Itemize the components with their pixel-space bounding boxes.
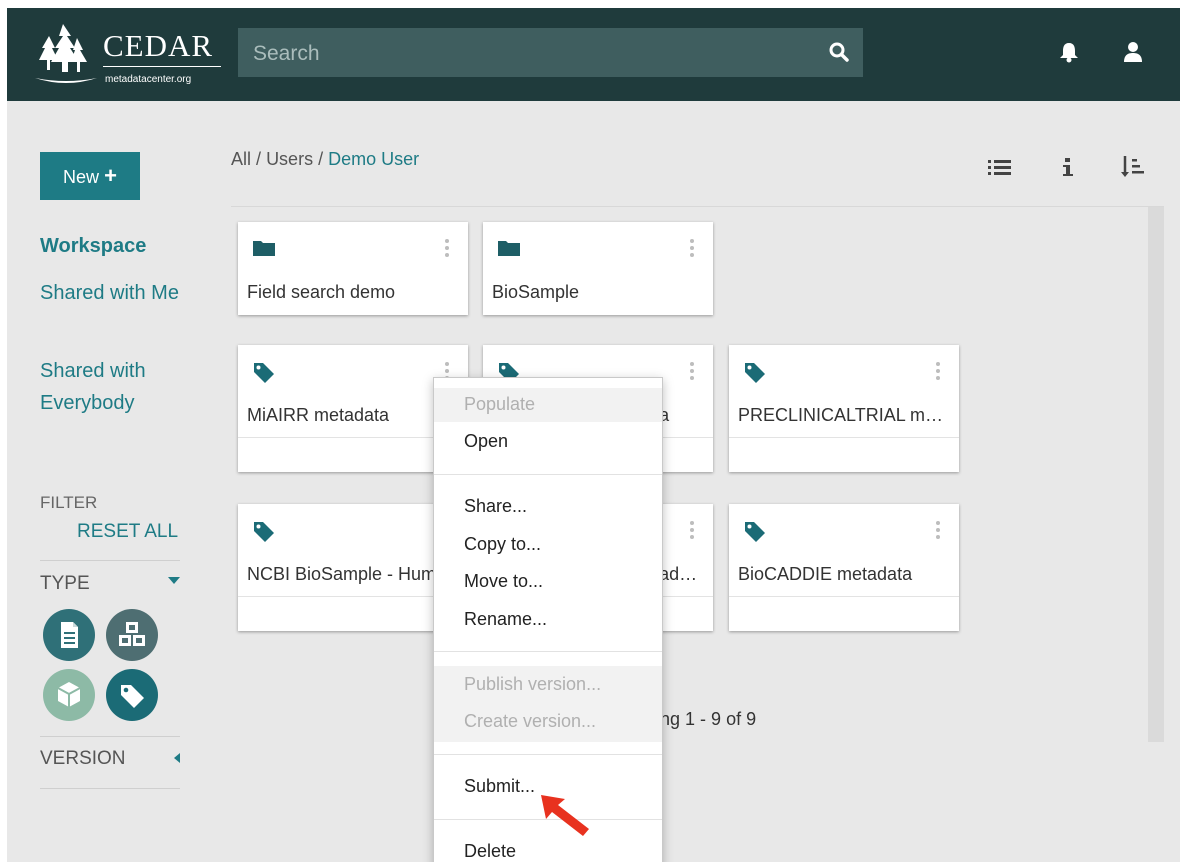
breadcrumb-separator: / bbox=[318, 149, 324, 169]
content-divider bbox=[231, 206, 1164, 207]
tag-icon bbox=[121, 685, 144, 708]
template-card[interactable]: PRECLINICALTRIAL metadata bbox=[729, 345, 959, 472]
breadcrumb-all[interactable]: All bbox=[231, 149, 251, 169]
tree-logo-icon bbox=[35, 24, 97, 83]
folder-card[interactable]: BioSample bbox=[483, 222, 713, 315]
user-icon[interactable] bbox=[1123, 41, 1143, 68]
reset-all-link[interactable]: RESET ALL bbox=[77, 521, 178, 543]
menu-item-publish-version: Publish version... bbox=[464, 674, 602, 694]
menu-item-move-to[interactable]: Move to... bbox=[464, 571, 543, 592]
folder-icon bbox=[498, 239, 520, 262]
menu-item-rename[interactable]: Rename... bbox=[464, 609, 547, 630]
brand-divider bbox=[103, 66, 221, 67]
app-frame: CEDAR metadatacenter.org New + Workspace… bbox=[7, 8, 1180, 862]
kebab-icon[interactable] bbox=[936, 521, 940, 542]
breadcrumb-users[interactable]: Users bbox=[266, 149, 313, 169]
template-card[interactable]: BioCADDIE metadata bbox=[729, 504, 959, 631]
folder-icon bbox=[253, 239, 275, 262]
kebab-icon[interactable] bbox=[690, 521, 694, 542]
tag-icon bbox=[744, 521, 766, 548]
search-icon[interactable] bbox=[829, 42, 849, 67]
menu-item-create-version: Create version... bbox=[464, 711, 597, 731]
tag-icon bbox=[253, 362, 275, 389]
nav-shared-with-everybody[interactable]: Shared with Everybody bbox=[40, 355, 200, 419]
card-divider bbox=[729, 596, 959, 597]
menu-divider bbox=[434, 754, 662, 755]
card-title: MiAIRR metadata bbox=[247, 405, 390, 425]
search-bar bbox=[238, 28, 863, 79]
document-icon bbox=[61, 622, 78, 648]
version-filter-label[interactable]: VERSION bbox=[40, 748, 126, 770]
search-input[interactable] bbox=[238, 28, 815, 79]
brand-subtitle: metadatacenter.org bbox=[105, 74, 192, 85]
filter-title: FILTER bbox=[40, 493, 98, 512]
bell-icon[interactable] bbox=[1058, 41, 1080, 68]
type-filter-instance[interactable] bbox=[106, 669, 158, 721]
kebab-icon[interactable] bbox=[445, 239, 449, 260]
breadcrumb: All / Users / Demo User bbox=[231, 149, 419, 170]
menu-item-share[interactable]: Share... bbox=[464, 496, 527, 517]
menu-item-open[interactable]: Open bbox=[464, 431, 508, 452]
tag-icon bbox=[253, 521, 275, 548]
chevron-left-icon[interactable] bbox=[174, 753, 180, 763]
card-title: Field search demo bbox=[247, 282, 396, 302]
brand-name: CEDAR bbox=[103, 28, 214, 63]
tag-icon bbox=[744, 362, 766, 389]
card-title: PRECLINICALTRIAL metadata bbox=[738, 405, 950, 425]
info-icon[interactable] bbox=[1061, 157, 1075, 182]
kebab-icon[interactable] bbox=[690, 239, 694, 260]
kebab-icon[interactable] bbox=[690, 362, 694, 383]
cedar-logo[interactable]: CEDAR metadatacenter.org bbox=[33, 22, 223, 90]
folder-card[interactable]: Field search demo bbox=[238, 222, 468, 315]
top-header: CEDAR metadatacenter.org bbox=[7, 8, 1180, 101]
cube-icon bbox=[57, 682, 81, 707]
list-view-icon[interactable] bbox=[987, 157, 1013, 182]
breadcrumb-separator: / bbox=[256, 149, 262, 169]
plus-icon: + bbox=[104, 163, 117, 188]
breadcrumb-current[interactable]: Demo User bbox=[328, 149, 419, 169]
menu-item-delete[interactable]: Delete bbox=[464, 841, 516, 862]
annotation-arrow-icon bbox=[537, 791, 597, 846]
card-divider bbox=[729, 437, 959, 438]
card-title: BioCADDIE metadata bbox=[738, 564, 913, 584]
nav-shared-with-me[interactable]: Shared with Me bbox=[40, 277, 200, 309]
card-title: BioSample bbox=[492, 282, 580, 302]
type-filter-element[interactable] bbox=[106, 609, 158, 661]
scrollbar[interactable] bbox=[1148, 207, 1164, 742]
context-menu: Populate Open Share... Copy to... Move t… bbox=[433, 377, 663, 862]
menu-item-copy-to[interactable]: Copy to... bbox=[464, 534, 541, 555]
nav-workspace[interactable]: Workspace bbox=[40, 230, 146, 262]
kebab-icon[interactable] bbox=[936, 362, 940, 383]
menu-item-populate: Populate bbox=[464, 394, 536, 414]
menu-divider bbox=[434, 474, 662, 475]
new-button-label: New bbox=[63, 167, 100, 187]
divider bbox=[40, 788, 180, 789]
cubes-icon bbox=[119, 622, 145, 646]
sort-icon[interactable] bbox=[1120, 155, 1146, 184]
chevron-down-icon[interactable] bbox=[168, 577, 180, 584]
type-filter-template[interactable] bbox=[43, 609, 95, 661]
type-filter-label[interactable]: TYPE bbox=[40, 573, 90, 595]
type-filter-field[interactable] bbox=[43, 669, 95, 721]
divider bbox=[40, 736, 180, 737]
new-button[interactable]: New + bbox=[40, 152, 140, 200]
card-title: NCBI BioSample - Human bbox=[247, 564, 457, 584]
menu-item-submit[interactable]: Submit... bbox=[464, 776, 535, 797]
divider bbox=[40, 560, 180, 561]
menu-divider bbox=[434, 651, 662, 652]
